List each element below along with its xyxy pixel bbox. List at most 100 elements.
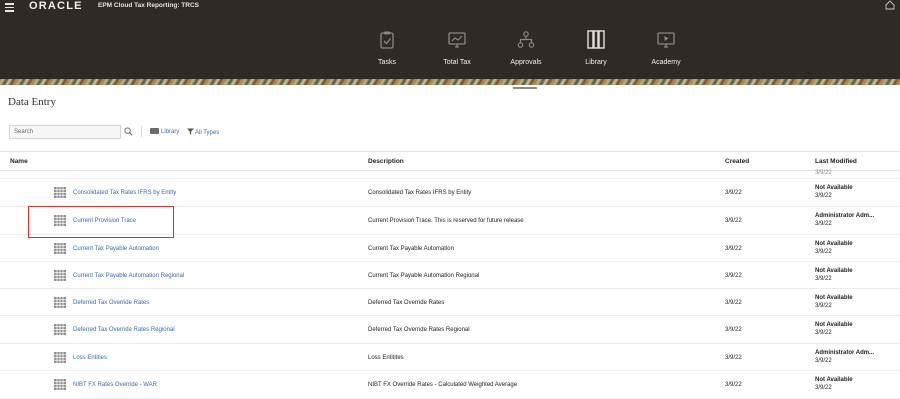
toolbar-divider — [141, 126, 142, 137]
header-bar: ORACLE EPM Cloud Tax Reporting: TRCS Tas… — [0, 0, 900, 79]
type-filter-label: All Types — [195, 130, 220, 136]
library-filter-link[interactable]: Library — [150, 128, 179, 136]
nav-academy-label: Academy — [651, 59, 681, 66]
nav-academy[interactable]: Academy — [631, 30, 701, 67]
row-description: Consolidated Tax Rates IFRS by Entity — [368, 190, 472, 196]
row-name-link[interactable]: Current Tax Payable Automation Regional — [73, 272, 184, 280]
row-modified-date: 3/9/22 — [815, 249, 832, 255]
column-header-last-modified[interactable]: Last Modified — [815, 158, 857, 166]
row-name-link[interactable]: Deferred Tax Override Rates Regional — [73, 326, 175, 334]
oracle-logo: ORACLE — [29, 0, 83, 12]
library-filter-label: Library — [161, 129, 180, 135]
row-created: 3/9/22 — [725, 190, 742, 196]
row-name-link[interactable]: Consolidated Tax Rates IFRS by Entity — [73, 189, 176, 197]
data-form-grid-icon — [54, 379, 66, 390]
nav-tasks[interactable]: Tasks — [352, 30, 422, 67]
nav-approvals[interactable]: Approvals — [491, 30, 561, 67]
app-title: EPM Cloud Tax Reporting: TRCS — [98, 2, 199, 9]
table-row[interactable]: Current Tax Payable Automation Current T… — [0, 235, 900, 262]
column-header-name[interactable]: Name — [10, 158, 28, 166]
nav-library[interactable]: Library — [561, 30, 631, 67]
row-name-link[interactable]: Loss Entities — [73, 354, 107, 362]
row-modified-date: 3/9/22 — [815, 193, 832, 199]
table-row[interactable]: Loss Entities Loss Entitites 3/9/22 Admi… — [0, 344, 900, 371]
row-description: Current Tax Payable Automation — [368, 246, 454, 252]
row-modified-date: 3/9/22 — [815, 330, 832, 336]
table-header: Name Description Created Last Modified — [0, 151, 900, 171]
cell-modified-date: 3/9/22 — [815, 170, 832, 176]
row-modified-date: 3/9/22 — [815, 221, 832, 227]
highlight-box — [28, 206, 174, 238]
row-last-modified: Not Available 3/9/22 — [815, 184, 853, 200]
table-row[interactable]: Deferred Tax Override Rates Regional Def… — [0, 316, 900, 344]
decorative-banner — [0, 79, 900, 85]
data-form-grid-icon — [54, 324, 66, 335]
data-form-grid-icon — [54, 297, 66, 308]
row-created: 3/9/22 — [725, 246, 742, 252]
row-modified-by: Not Available — [815, 295, 853, 301]
data-form-grid-icon — [54, 187, 66, 198]
row-last-modified: Not Available 3/9/22 — [815, 267, 853, 283]
table-row[interactable]: Deferred Tax Override Rates Deferred Tax… — [0, 289, 900, 316]
home-icon[interactable] — [885, 0, 895, 10]
row-last-modified: Not Available 3/9/22 — [815, 294, 853, 310]
table-row[interactable]: NIBT FX Rates Override - WAR NIBT FX Ove… — [0, 371, 900, 399]
row-description: Current Tax Payable Automation Regional — [368, 273, 480, 279]
row-last-modified: Not Available 3/9/22 — [815, 376, 853, 392]
collapse-handle[interactable] — [513, 87, 537, 89]
data-form-grid-icon — [54, 352, 66, 363]
nav-total-tax-label: Total Tax — [443, 59, 471, 66]
hamburger-menu-icon[interactable] — [5, 3, 14, 12]
row-description: Current Provision Trace. This is reserve… — [368, 218, 524, 224]
row-created: 3/9/22 — [725, 273, 742, 279]
row-modified-by: Administrator Adm... — [815, 213, 875, 219]
type-filter-link[interactable]: All Types — [187, 128, 219, 137]
table-row-partial: 3/9/22 — [0, 170, 900, 179]
clipboard-icon — [380, 31, 394, 49]
nav-approvals-label: Approvals — [510, 59, 542, 66]
search-input[interactable]: Search — [9, 125, 121, 139]
row-name-link[interactable]: Deferred Tax Override Rates — [73, 299, 149, 307]
hierarchy-icon — [517, 31, 535, 48]
row-name-link[interactable]: Current Tax Payable Automation — [73, 245, 159, 253]
row-name-link[interactable]: NIBT FX Rates Override - WAR — [73, 381, 157, 389]
page-title: Data Entry — [8, 96, 56, 108]
row-modified-by: Not Available — [815, 185, 853, 191]
row-created: 3/9/22 — [725, 218, 742, 224]
row-last-modified: Administrator Adm... 3/9/22 — [815, 349, 874, 365]
row-modified-by: Administrator Adm... — [815, 350, 875, 356]
folder-icon — [150, 128, 159, 134]
data-form-grid-icon — [54, 243, 66, 254]
row-modified-by: Not Available — [815, 322, 853, 328]
row-description: Loss Entitites — [368, 355, 404, 361]
row-modified-by: Not Available — [815, 268, 853, 274]
row-created: 3/9/22 — [725, 300, 742, 306]
row-description: NIBT FX Override Rates - Calculated Weig… — [368, 382, 518, 388]
row-created: 3/9/22 — [725, 327, 742, 333]
nav-library-label: Library — [585, 59, 607, 66]
row-last-modified: Not Available 3/9/22 — [815, 240, 853, 256]
data-form-grid-icon — [54, 270, 66, 281]
books-icon — [587, 30, 605, 49]
row-modified-date: 3/9/22 — [815, 358, 832, 364]
row-description: Deferred Tax Override Rates — [368, 300, 445, 306]
row-modified-date: 3/9/22 — [815, 276, 832, 282]
row-modified-by: Not Available — [815, 377, 853, 383]
monitor-chart-icon — [448, 32, 466, 48]
row-created: 3/9/22 — [725, 382, 742, 388]
row-last-modified: Administrator Adm... 3/9/22 — [815, 212, 874, 228]
column-header-created[interactable]: Created — [725, 158, 749, 166]
row-created: 3/9/22 — [725, 355, 742, 361]
row-modified-date: 3/9/22 — [815, 303, 832, 309]
row-description: Deferred Tax Override Rates Regional — [368, 327, 470, 333]
row-modified-date: 3/9/22 — [815, 385, 832, 391]
row-last-modified: Not Available 3/9/22 — [815, 321, 853, 337]
row-modified-by: Not Available — [815, 241, 853, 247]
nav-total-tax[interactable]: Total Tax — [422, 30, 492, 67]
column-header-description[interactable]: Description — [368, 158, 404, 166]
table-row[interactable]: Consolidated Tax Rates IFRS by Entity Co… — [0, 179, 900, 207]
search-icon[interactable] — [124, 127, 133, 136]
video-play-icon — [657, 32, 675, 48]
filter-icon — [187, 128, 194, 135]
table-row[interactable]: Current Tax Payable Automation Regional … — [0, 262, 900, 289]
